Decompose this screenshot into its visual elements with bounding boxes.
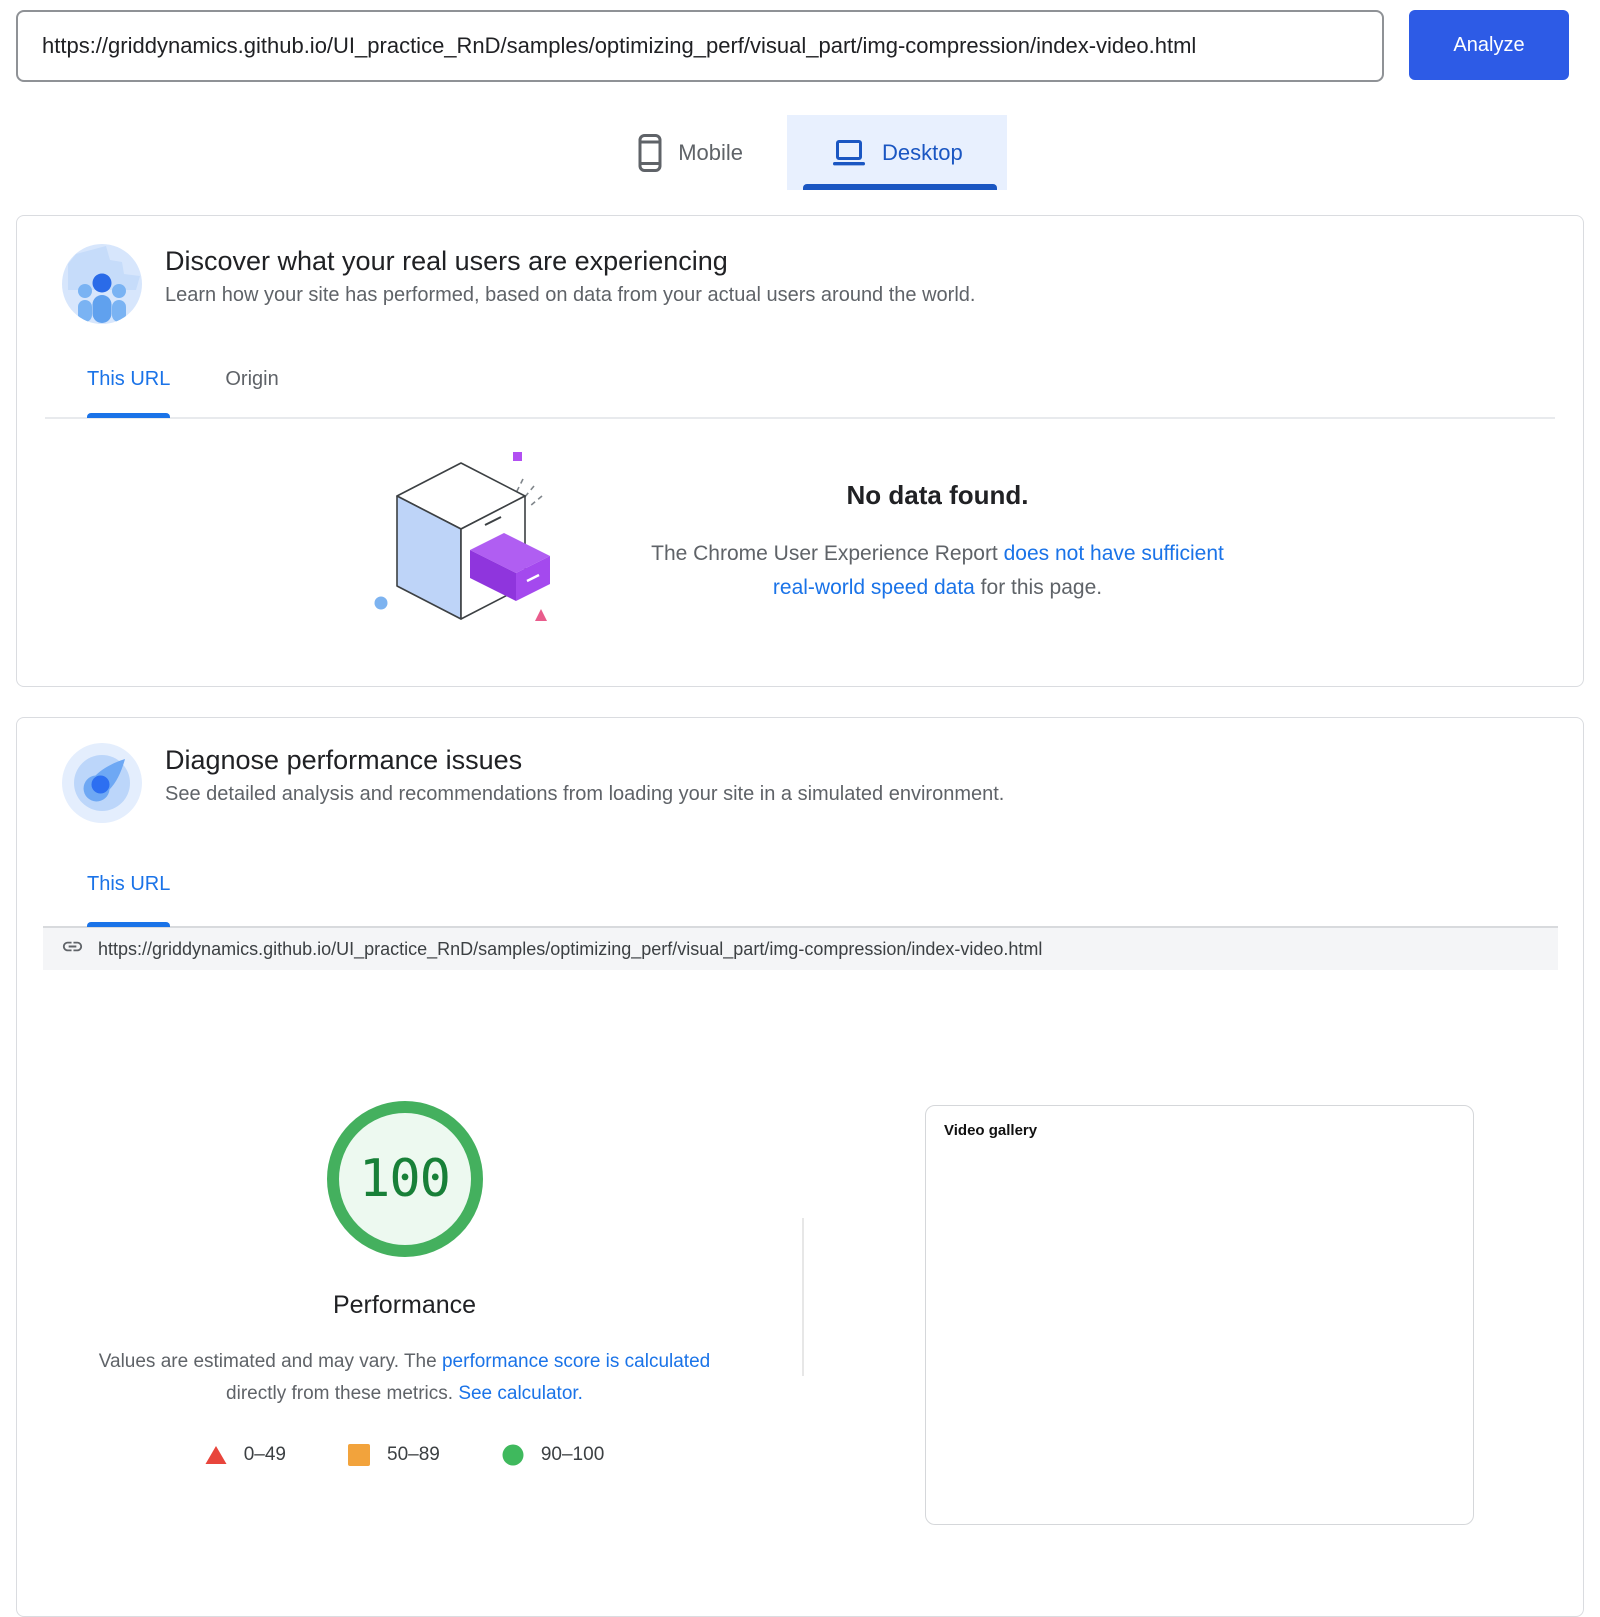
column-divider: [802, 1218, 804, 1376]
topbar: Analyze: [0, 0, 1600, 82]
field-card-header: Discover what your real users are experi…: [17, 216, 1583, 324]
no-data-text: No data found. The Chrome User Experienc…: [648, 480, 1228, 605]
pass-circle-icon: [502, 1444, 524, 1466]
laptop-icon: [831, 138, 867, 168]
performance-score-column: 100 Performance Values are estimated and…: [17, 970, 792, 1466]
analyzed-url-bar: https://griddynamics.github.io/UI_practi…: [43, 926, 1558, 970]
legend-range-pass: 90–100: [540, 1444, 605, 1465]
lab-card-heading: Diagnose performance issues See detailed…: [165, 743, 1004, 806]
field-card-title: Discover what your real users are experi…: [165, 246, 728, 276]
no-data-message-after: for this page.: [974, 576, 1103, 599]
analyze-button[interactable]: Analyze: [1409, 10, 1569, 80]
device-tabs: Mobile Desktop: [0, 115, 1600, 190]
empty-drawer-illustration: [373, 451, 583, 634]
field-card-subtitle: Learn how your site has performed, based…: [165, 284, 976, 306]
no-data-message: The Chrome User Experience Report does n…: [648, 537, 1228, 605]
analyzed-url: https://griddynamics.github.io/UI_practi…: [98, 938, 1043, 959]
lab-card-title: Diagnose performance issues: [165, 745, 523, 775]
url-input[interactable]: [16, 10, 1384, 82]
performance-score-calc-link[interactable]: performance score is calculated: [442, 1351, 710, 1372]
field-data-card: Discover what your real users are experi…: [16, 215, 1584, 687]
disclaimer-text-1: Values are estimated and may vary. The: [98, 1351, 442, 1372]
field-tab-this-url[interactable]: This URL: [87, 368, 171, 418]
phone-icon: [637, 133, 663, 173]
legend-range-average: 50–89: [387, 1444, 440, 1465]
performance-score-value: 100: [359, 1149, 451, 1209]
average-square-icon: [348, 1444, 371, 1466]
lab-card-tabs: This URL: [17, 823, 1583, 927]
score-legend: 0–49 50–89 90–100: [205, 1444, 604, 1466]
link-icon: [61, 935, 84, 963]
field-tab-origin[interactable]: Origin: [225, 368, 278, 417]
lab-card-subtitle: See detailed analysis and recommendation…: [165, 783, 1005, 805]
score-disclaimer: Values are estimated and may vary. The p…: [80, 1346, 730, 1410]
disclaimer-text-2: directly from these metrics.: [226, 1383, 459, 1404]
performance-gauge[interactable]: 100: [326, 1101, 483, 1257]
tab-mobile-label: Mobile: [678, 139, 744, 165]
no-data-section: No data found. The Chrome User Experienc…: [17, 419, 1583, 686]
fail-triangle-icon: [205, 1445, 227, 1465]
no-data-title: No data found.: [846, 480, 1029, 510]
see-calculator-link[interactable]: See calculator.: [458, 1383, 583, 1404]
field-card-tabs: This URL Origin: [17, 324, 1583, 418]
page-screenshot-thumbnail[interactable]: Video gallery: [925, 1105, 1474, 1525]
tab-desktop-label: Desktop: [882, 139, 963, 165]
performance-label: Performance: [332, 1291, 477, 1319]
field-card-heading: Discover what your real users are experi…: [165, 244, 975, 307]
lab-tab-this-url[interactable]: This URL: [87, 873, 171, 927]
real-users-icon: [62, 244, 142, 324]
legend-item-fail: 0–49: [205, 1444, 286, 1466]
lab-results-section: 100 Performance Values are estimated and…: [17, 970, 1583, 1525]
lab-card-header: Diagnose performance issues See detailed…: [17, 718, 1583, 823]
lab-diagnostics-card: Diagnose performance issues See detailed…: [16, 717, 1584, 1617]
legend-range-fail: 0–49: [243, 1444, 287, 1465]
legend-item-pass: 90–100: [502, 1444, 604, 1466]
tab-mobile[interactable]: Mobile: [593, 115, 787, 190]
video-gallery-label: Video gallery: [944, 1122, 1038, 1139]
legend-item-average: 50–89: [348, 1444, 440, 1466]
no-data-message-before: The Chrome User Experience Report: [651, 542, 1004, 565]
tab-desktop[interactable]: Desktop: [787, 115, 1007, 190]
gauge-icon: [62, 743, 142, 823]
